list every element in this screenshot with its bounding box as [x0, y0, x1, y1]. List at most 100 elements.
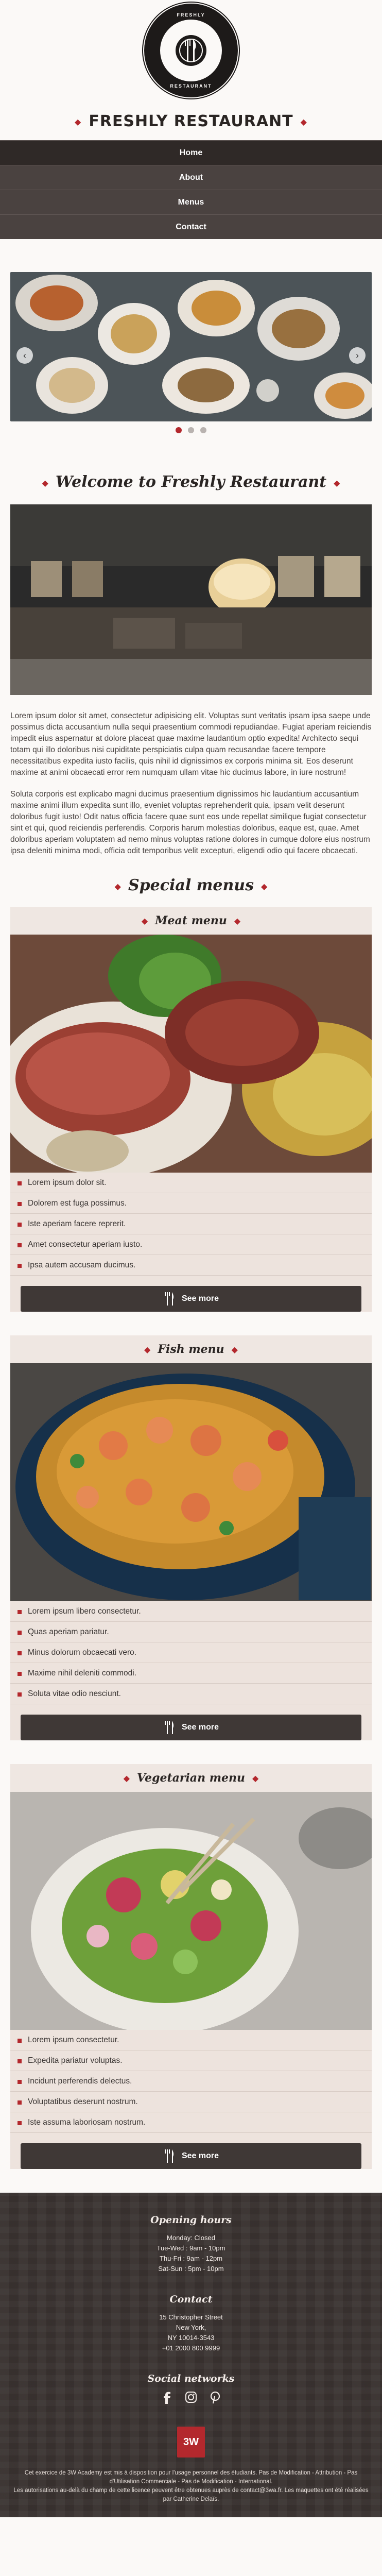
welcome-title: ◆ Welcome to Freshly Restaurant ◆ [0, 473, 382, 491]
welcome-dot-left: ◆ [42, 478, 48, 488]
nav-item-about[interactable]: About [0, 165, 382, 190]
logo-ring-text-bottom: RESTAURANT [170, 83, 212, 89]
credits-line-1: Cet exercice de 3W Academy est mis à dis… [24, 2470, 358, 2485]
slider-dot-1[interactable] [175, 427, 182, 433]
list-item: Iste aperiam facere reprerit. [10, 1214, 372, 1234]
social-networks: Social networks [10, 2373, 372, 2407]
menu-card-title: ◆ Fish menu ◆ [10, 1335, 372, 1363]
see-more-button[interactable]: See more [21, 1286, 361, 1312]
card-dot-right: ◆ [234, 916, 241, 926]
credits-line-2: Les autorisations au-delà du champ de ce… [13, 2487, 369, 2502]
page: FRESHLY RESTAURANT ◆ FRESHLY RESTAURANT ◆ … [0, 0, 382, 2517]
menu-card-title: ◆ Vegetarian menu ◆ [10, 1764, 372, 1792]
card-dot-right: ◆ [252, 1773, 259, 1783]
nav-item-home[interactable]: Home [0, 140, 382, 165]
title-dot-right: ◆ [300, 117, 307, 127]
menu-card-fish: ◆ Fish menu ◆ Lorem ipsum libero consect… [10, 1335, 372, 1740]
meat-dish-image [10, 935, 372, 1173]
opening-hours: Opening hours Monday: Closed Tue-Wed : 9… [10, 2214, 372, 2274]
special-dot-left: ◆ [114, 881, 121, 891]
cutlery-plate-icon [176, 35, 206, 66]
social-icons [10, 2391, 372, 2407]
nav-item-contact[interactable]: Contact [0, 214, 382, 239]
pinterest-icon[interactable] [210, 2391, 220, 2407]
list-item: Expedita pariatur voluptas. [10, 2050, 372, 2071]
menu-card-title-text: Fish menu [158, 1343, 224, 1356]
site-footer: Opening hours Monday: Closed Tue-Wed : 9… [0, 2193, 382, 2517]
welcome-text: Lorem ipsum dolor sit amet, consectetur … [0, 695, 382, 857]
nav-item-menus[interactable]: Menus [0, 190, 382, 214]
list-item: Voluptatibus deserunt nostrum. [10, 2092, 372, 2112]
card-dot-left: ◆ [123, 1773, 130, 1783]
vegetarian-dish-image [10, 1792, 372, 2030]
fish-dish-image [10, 1363, 372, 1601]
welcome-title-text: Welcome to Freshly Restaurant [55, 473, 327, 491]
see-more-button[interactable]: See more [21, 1715, 361, 1740]
restaurant-logo[interactable]: FRESHLY RESTAURANT [146, 5, 236, 96]
see-more-label: See more [181, 1294, 219, 1303]
cutlery-icon [164, 1721, 174, 1734]
special-dot-right: ◆ [261, 881, 268, 891]
address-line: New York, [176, 2324, 206, 2331]
welcome-dot-right: ◆ [334, 478, 340, 488]
menu-item-list: Lorem ipsum consectetur. Expedita pariat… [10, 2030, 372, 2133]
cutlery-icon [164, 2149, 174, 2163]
list-item: Minus dolorum obcaecati vero. [10, 1642, 372, 1663]
card-dot-right: ◆ [231, 1345, 238, 1354]
slider-next-button[interactable]: › [349, 347, 366, 364]
slider-dot-2[interactable] [188, 427, 194, 433]
see-more-button[interactable]: See more [21, 2143, 361, 2169]
hours-line: Thu-Fri : 9am - 12pm [159, 2255, 223, 2262]
slider-dots [10, 427, 372, 436]
slider-prev-button[interactable]: ‹ [16, 347, 33, 364]
main-nav: Home About Menus Contact [0, 140, 382, 239]
opening-hours-heading: Opening hours [150, 2214, 232, 2226]
menu-item-list: Lorem ipsum dolor sit. Dolorem est fuga … [10, 1173, 372, 1276]
welcome-paragraph-1: Lorem ipsum dolor sit amet, consectetur … [10, 711, 372, 777]
list-item: Lorem ipsum dolor sit. [10, 1173, 372, 1193]
slider-dot-3[interactable] [200, 427, 207, 433]
site-title-text: FRESHLY RESTAURANT [89, 112, 293, 130]
social-heading: Social networks [147, 2373, 235, 2384]
3w-academy-logo[interactable]: 3W [177, 2427, 205, 2458]
special-menus-title-text: Special menus [128, 876, 254, 894]
menu-item-list: Lorem ipsum libero consectetur. Quas ape… [10, 1601, 372, 1704]
title-dot-left: ◆ [75, 117, 82, 127]
card-dot-left: ◆ [144, 1345, 151, 1354]
menu-card-title-text: Meat menu [155, 914, 227, 927]
cutlery-icon [164, 1292, 174, 1306]
welcome-paragraph-2: Soluta corporis est explicabo magni duci… [10, 790, 370, 855]
list-item: Lorem ipsum libero consectetur. [10, 1601, 372, 1622]
image-slider: ‹ › [0, 272, 382, 436]
list-item: Amet consectetur aperiam iusto. [10, 1234, 372, 1255]
phone-number[interactable]: +01 2000 800 9999 [10, 2343, 372, 2353]
facebook-icon[interactable] [162, 2392, 172, 2407]
list-item: Dolorem est fuga possimus. [10, 1193, 372, 1214]
address-line: NY 10014-3543 [167, 2334, 215, 2342]
instagram-icon[interactable] [185, 2392, 197, 2407]
list-item: Incidunt perferendis delectus. [10, 2071, 372, 2092]
menu-card-vegetarian: ◆ Vegetarian menu ◆ Lorem ipsum consectetu… [10, 1764, 372, 2169]
contact-heading: Contact [169, 2294, 213, 2305]
hours-line: Monday: Closed [167, 2234, 215, 2242]
logo-ring-text-top: FRESHLY [177, 12, 205, 18]
hours-line: Sat-Sun : 5pm - 10pm [158, 2265, 224, 2273]
list-item: Maxime nihil deleniti commodi. [10, 1663, 372, 1684]
menu-card-title: ◆ Meat menu ◆ [10, 907, 372, 935]
credits-text: Cet exercice de 3W Academy est mis à dis… [10, 2469, 372, 2504]
see-more-label: See more [181, 1723, 219, 1732]
site-header: FRESHLY RESTAURANT ◆ FRESHLY RESTAURANT ◆ [0, 0, 382, 140]
list-item: Lorem ipsum consectetur. [10, 2030, 372, 2050]
list-item: Quas aperiam pariatur. [10, 1622, 372, 1642]
restaurant-interior-image [10, 504, 372, 695]
card-dot-left: ◆ [141, 916, 148, 926]
hours-line: Tue-Wed : 9am - 10pm [157, 2244, 225, 2252]
address-line: 15 Christopher Street [159, 2313, 223, 2321]
contact-info: Contact 15 Christopher Street New York, … [10, 2294, 372, 2353]
special-menus-title: ◆ Special menus ◆ [0, 876, 382, 894]
menu-card-meat: ◆ Meat menu ◆ Lorem ipsum dolor sit. Dolor… [10, 907, 372, 1312]
slider-image-food-table [10, 272, 372, 421]
site-title: ◆ FRESHLY RESTAURANT ◆ [0, 112, 382, 130]
logo-emblem [160, 20, 222, 81]
list-item: Iste assuma laboriosam nostrum. [10, 2112, 372, 2133]
